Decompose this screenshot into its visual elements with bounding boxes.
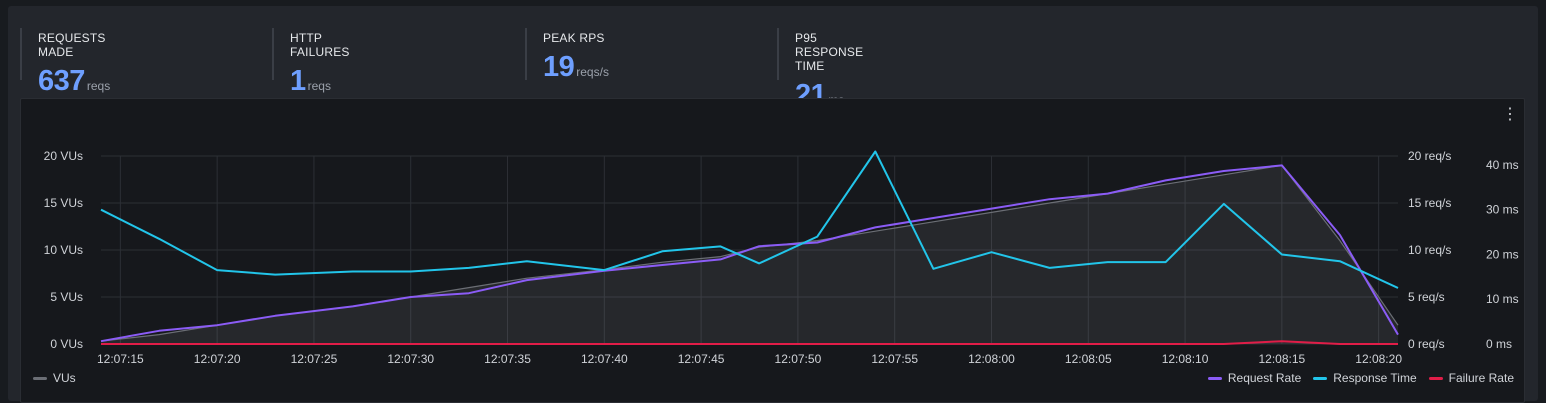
stat-http-failures: HTTP FAILURES 1 reqs: [272, 28, 350, 97]
y-right-ms-tick-label: 40 ms: [1486, 158, 1519, 172]
legend-item-response-time[interactable]: Response Time: [1313, 371, 1417, 385]
stat-value: 19: [543, 51, 575, 83]
y-right-ms-tick-label: 30 ms: [1486, 203, 1519, 217]
y-right-ms-tick-label: 20 ms: [1486, 247, 1519, 261]
legend-right: Request Rate Response Time Failure Rate: [1207, 371, 1514, 385]
series-area-vus: [101, 165, 1398, 344]
x-tick-label: 12:07:30: [387, 352, 434, 366]
x-tick-label: 12:07:45: [678, 352, 725, 366]
y-left-tick-label: 10 VUs: [44, 243, 83, 257]
x-tick-label: 12:08:05: [1065, 352, 1112, 366]
y-left-tick-label: 5 VUs: [50, 290, 83, 304]
stat-unit: reqs: [307, 79, 331, 93]
y-right-ms-tick-label: 0 ms: [1486, 337, 1512, 351]
chart-svg: 0 VUs 0 req/s 5 VUs 5 req/s 10 VUs 10 req/s 15…: [44, 149, 1519, 366]
stat-label: REQUESTS MADE: [38, 31, 106, 59]
stat-label: PEAK RPS: [543, 31, 605, 45]
x-tick-label: 12:07:50: [775, 352, 822, 366]
stat-unit: reqs/s: [576, 65, 609, 79]
dashboard-panel: REQUESTS MADE 637 reqs HTTP FAILURES 1 req…: [8, 6, 1538, 403]
y-right-rps-tick-label: 5 req/s: [1408, 290, 1445, 304]
legend-item-failure-rate[interactable]: Failure Rate: [1428, 371, 1514, 385]
legend-swatch-request-rate: [1207, 376, 1222, 380]
legend-left: VUs: [33, 371, 76, 385]
y-right-ms-tick-label: 10 ms: [1486, 292, 1519, 306]
x-tick-label: 12:07:25: [291, 352, 338, 366]
legend-swatch-failure-rate: [1428, 376, 1443, 380]
legend-item-request-rate[interactable]: Request Rate: [1207, 371, 1302, 385]
x-tick-label: 12:07:40: [581, 352, 628, 366]
stat-unit: reqs: [86, 79, 111, 93]
y-right-rps-tick-label: 10 req/s: [1408, 243, 1451, 257]
y-right-rps-tick-label: 20 req/s: [1408, 149, 1451, 163]
stat-value: 1: [290, 65, 306, 97]
y-left-tick-label: 20 VUs: [44, 149, 83, 163]
y-left-tick-label: 15 VUs: [44, 196, 83, 210]
y-left-tick-label: 0 VUs: [50, 337, 83, 351]
y-right-rps-tick-label: 0 req/s: [1408, 337, 1445, 351]
legend-label: Request Rate: [1227, 371, 1302, 385]
stat-label: P95 RESPONSE TIME: [795, 31, 864, 73]
x-tick-label: 12:08:10: [1162, 352, 1209, 366]
x-tick-label: 12:07:35: [484, 352, 531, 366]
x-tick-label: 12:08:20: [1355, 352, 1402, 366]
x-tick-label: 12:07:55: [871, 352, 918, 366]
x-tick-label: 12:08:15: [1258, 352, 1305, 366]
stat-label: HTTP FAILURES: [290, 31, 350, 59]
legend-label: Response Time: [1333, 371, 1417, 385]
stat-peak-rps: PEAK RPS 19 reqs/s: [525, 28, 609, 83]
x-tick-label: 12:08:00: [968, 352, 1015, 366]
stat-p95-response-time: P95 RESPONSE TIME 21ms: [777, 28, 864, 111]
legend-label: Failure Rate: [1448, 371, 1514, 385]
stat-requests-made: REQUESTS MADE 637 reqs: [20, 28, 110, 97]
chart-card: ⋮ 0 VUs 0 req/s 5 VUs 5 req/s 10 VUs 10 req/s…: [20, 98, 1525, 403]
y-right-rps-tick-label: 15 req/s: [1408, 196, 1451, 210]
x-tick-label: 12:07:20: [194, 352, 241, 366]
legend-item-vus[interactable]: VUs: [33, 371, 76, 385]
stat-value: 637: [38, 65, 85, 97]
legend-label: VUs: [53, 371, 76, 385]
legend-swatch-vus: [33, 376, 47, 380]
x-tick-label: 12:07:15: [97, 352, 144, 366]
legend-swatch-response-time: [1313, 376, 1328, 380]
